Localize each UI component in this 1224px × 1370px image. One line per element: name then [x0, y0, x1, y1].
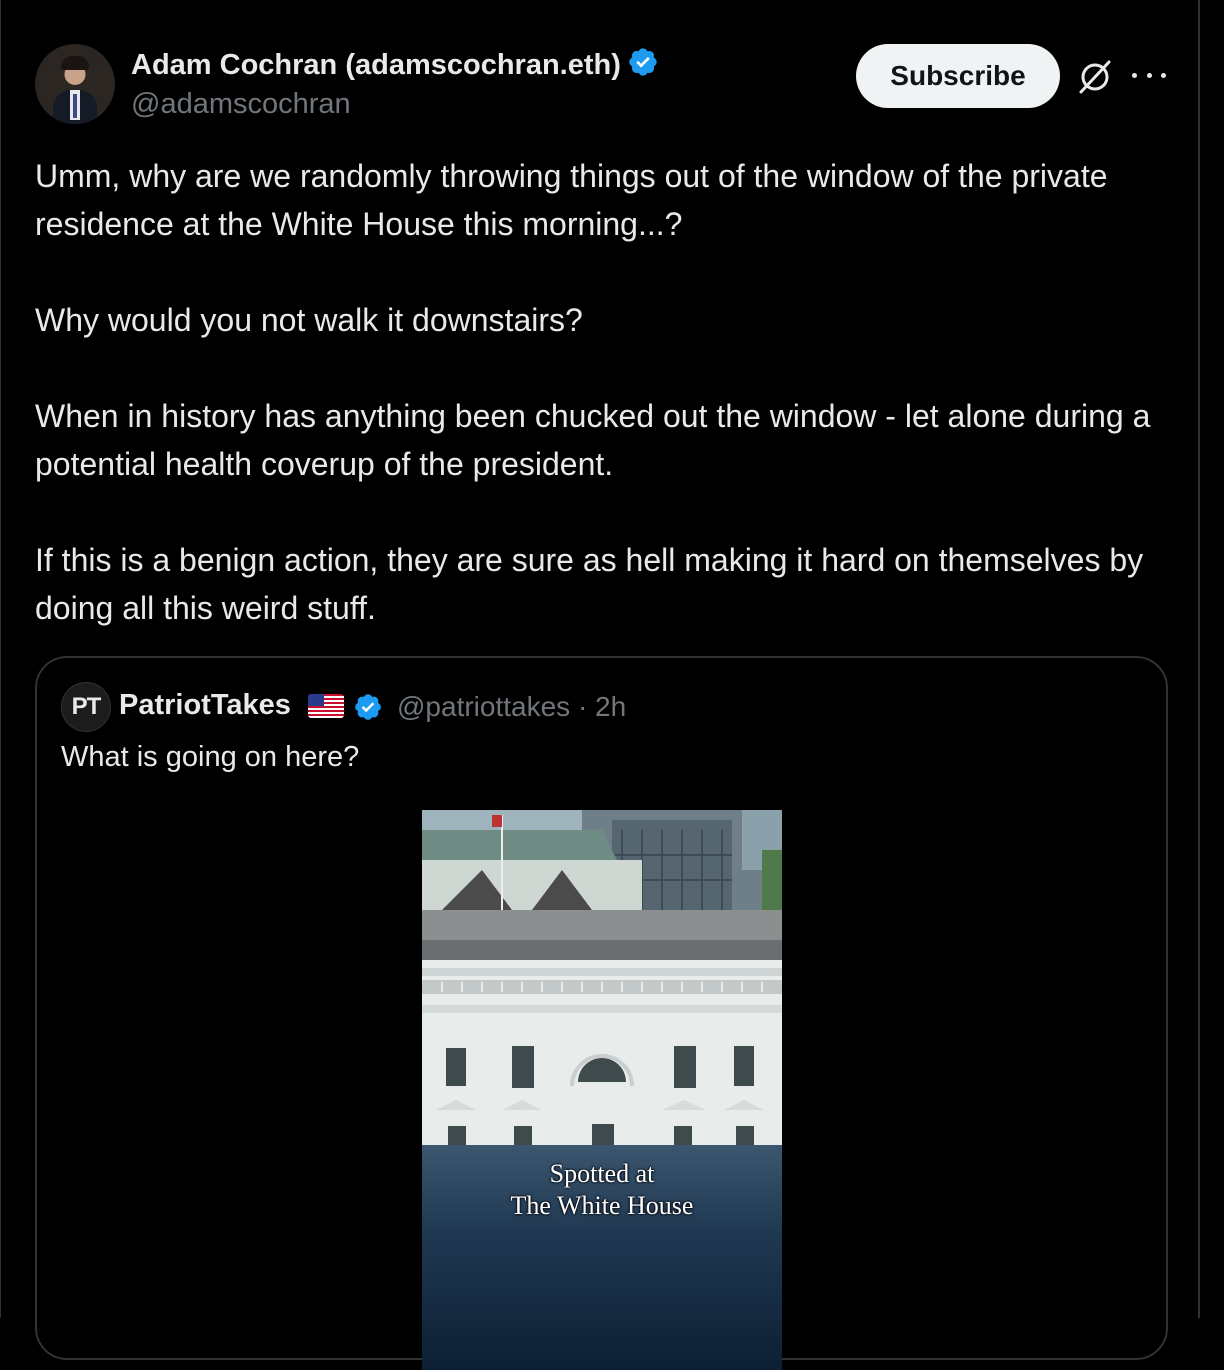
verified-badge-icon[interactable] [627, 46, 659, 86]
tweet-paragraph: When in history has anything been chucke… [35, 398, 1151, 482]
author-display-name[interactable]: Adam Cochran (adamscochran.eth) [131, 46, 659, 86]
author-handle[interactable]: @adamscochran [131, 88, 351, 121]
tweet-text: Umm, why are we randomly throwing things… [35, 152, 1175, 680]
subscribe-button[interactable]: Subscribe [856, 44, 1060, 108]
tweet-paragraph: Umm, why are we randomly throwing things… [35, 158, 1108, 242]
timeline-right-border [1198, 0, 1200, 1318]
tweet-paragraph: Why would you not walk it downstairs? [35, 302, 583, 338]
quote-text: What is going on here? [61, 741, 360, 773]
quote-author-name[interactable]: PatriotTakes [119, 689, 291, 722]
quote-verified-badge-icon[interactable] [353, 692, 383, 727]
quote-author-avatar[interactable]: PT [61, 682, 111, 732]
us-flag-icon [308, 694, 344, 718]
more-options-icon[interactable] [1132, 60, 1166, 90]
quote-video-thumbnail[interactable]: Spotted at The White House [422, 810, 782, 1370]
quoted-tweet[interactable]: PT PatriotTakes @patriottakes · 2h What … [35, 656, 1168, 1370]
author-avatar[interactable] [35, 44, 115, 124]
quote-handle-time[interactable]: @patriottakes · 2h [397, 691, 626, 723]
author-name-text: Adam Cochran (adamscochran.eth) [131, 49, 621, 81]
timeline-left-border [0, 0, 1, 1318]
tweet-paragraph: If this is a benign action, they are sur… [35, 542, 1144, 626]
grok-icon[interactable] [1075, 56, 1115, 96]
video-caption: Spotted at The White House [510, 1159, 694, 1220]
